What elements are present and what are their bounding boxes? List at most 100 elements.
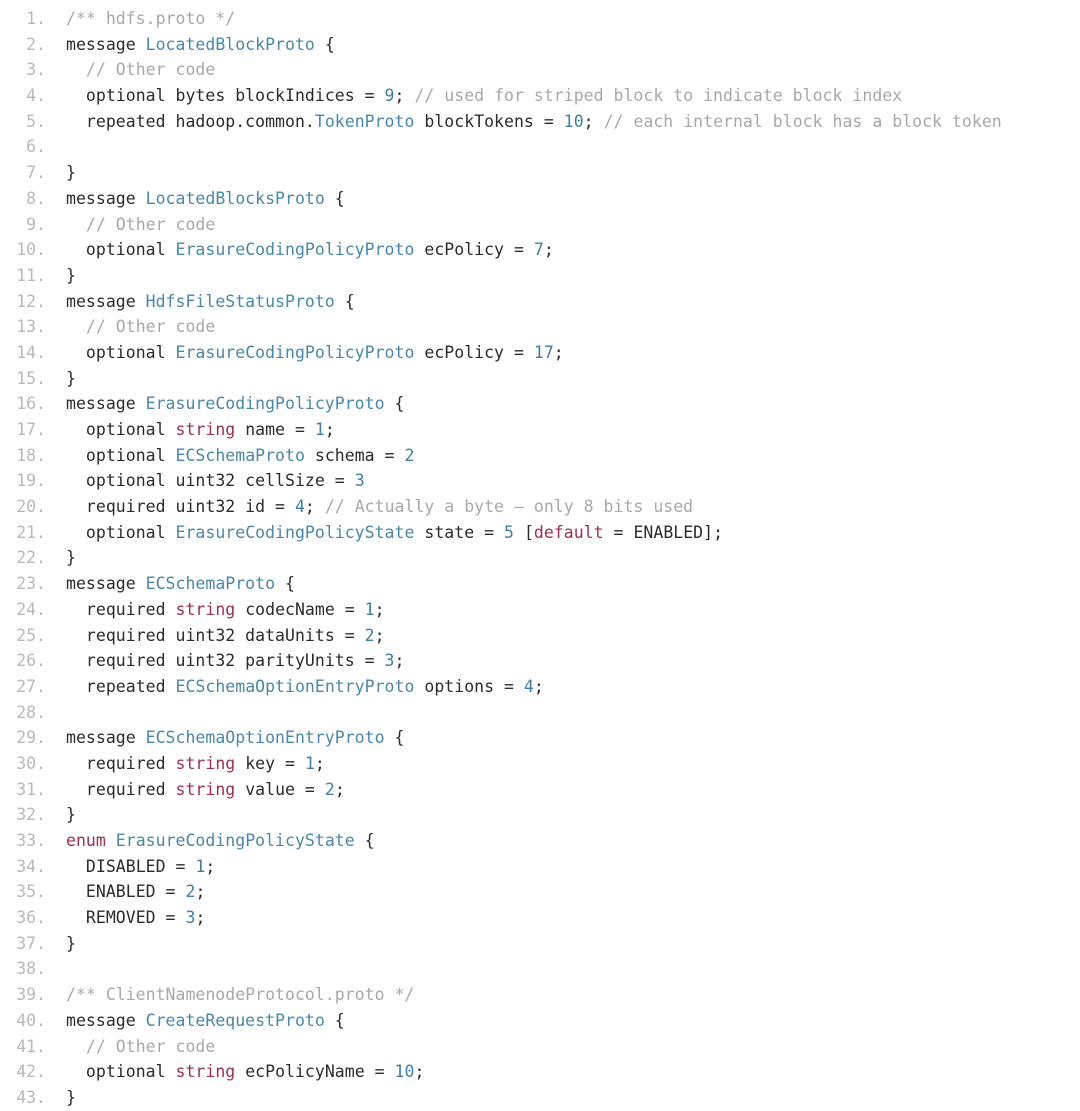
code-token-number: 1 <box>314 420 325 439</box>
line-number: 1. <box>26 9 46 28</box>
line-content: } <box>46 1085 76 1111</box>
code-token-plain: ecPolicyName = <box>235 1062 395 1082</box>
code-token-type: CreateRequestProto <box>145 1010 325 1030</box>
code-token-plain: ; <box>543 240 554 260</box>
line-content: } <box>46 545 76 571</box>
line-number: 14. <box>16 342 46 362</box>
code-token-plain: { <box>275 574 295 594</box>
line-number: 28. <box>16 702 46 722</box>
line-content: REMOVED = 3; <box>46 905 205 931</box>
code-token-plain: } <box>66 1087 76 1107</box>
code-token-plain: ; <box>414 1062 425 1082</box>
line-number: 36. <box>16 908 46 928</box>
code-token-number: 4 <box>523 676 534 696</box>
code-token-plain: message <box>66 188 146 208</box>
code-line: 11.} <box>0 263 1080 289</box>
line-content: } <box>46 160 76 186</box>
line-content: // Other code <box>46 57 215 83</box>
code-line: 27. repeated ECSchemaOptionEntryProto op… <box>0 674 1080 700</box>
code-line: 14. optional ErasureCodingPolicyProto ec… <box>0 340 1080 366</box>
code-token-comment: // each internal block has a block token <box>603 111 1002 131</box>
code-token-plain: optional uint32 cellSize = <box>85 471 355 491</box>
line-content: DISABLED = 1; <box>46 854 215 880</box>
code-listing: 1. /** hdfs.proto */ 2. message LocatedBloc… <box>0 0 1080 1111</box>
code-token-type: HdfsFileStatusProto <box>145 291 335 311</box>
code-token-plain: required <box>85 753 176 773</box>
code-token-plain: ; <box>374 599 385 619</box>
code-token-plain: DISABLED = <box>85 856 196 876</box>
line-number: 41. <box>16 1036 46 1056</box>
code-token-plain: repeated <box>85 676 176 696</box>
code-line: 13. // Other code <box>0 314 1080 340</box>
code-token-number: 1 <box>364 599 375 619</box>
code-line: 20. required uint32 id = 4; // Actually … <box>0 494 1080 520</box>
code-line: 30. required string key = 1; <box>0 751 1080 777</box>
code-token-number: 2 <box>185 882 196 902</box>
line-content: message CreateRequestProto { <box>46 1008 345 1034</box>
line-content: required string key = 1; <box>46 751 325 777</box>
code-token-plain: required uint32 dataUnits = <box>85 625 365 645</box>
line-number: 38. <box>16 959 46 979</box>
code-line: 38. <box>0 956 1080 982</box>
code-line: 24. required string codecName = 1; <box>0 597 1080 623</box>
code-line: 29. message ECSchemaOptionEntryProto { <box>0 725 1080 751</box>
line-number: 32. <box>16 805 46 825</box>
code-token-plain: state = <box>414 522 505 542</box>
code-token-keyword: string <box>175 420 236 439</box>
code-line: 21. optional ErasureCodingPolicyState st… <box>0 520 1080 546</box>
code-token-plain: required <box>85 599 176 619</box>
code-token-plain: ; <box>394 86 415 106</box>
line-content: // Other code <box>46 1034 215 1060</box>
line-number: 15. <box>16 368 46 388</box>
code-line: 4. optional bytes blockIndices = 9; // u… <box>0 83 1080 109</box>
line-content: optional ErasureCodingPolicyProto ecPoli… <box>46 340 564 366</box>
code-line: 33. enum ErasureCodingPolicyState { <box>0 828 1080 854</box>
code-token-plain: required <box>85 779 176 799</box>
code-token-plain: optional <box>85 420 176 439</box>
line-number: 23. <box>16 574 46 594</box>
code-token-type: LocatedBlockProto <box>145 34 315 54</box>
code-token-plain: repeated hadoop.common. <box>85 111 315 131</box>
code-token-comment: // Other code <box>85 214 216 234</box>
line-content: // Other code <box>46 314 215 340</box>
code-token-comment: /** hdfs.proto */ <box>66 9 236 28</box>
code-token-plain: } <box>66 265 76 285</box>
line-number: 35. <box>16 882 46 902</box>
code-token-plain: message <box>66 574 146 594</box>
code-token-type: ErasureCodingPolicyState <box>175 522 415 542</box>
code-token-plain: message <box>66 291 146 311</box>
code-token-plain: [ <box>513 522 534 542</box>
code-line: 31. required string value = 2; <box>0 777 1080 803</box>
line-content: repeated hadoop.common.TokenProto blockT… <box>46 109 1002 135</box>
code-token-plain: required uint32 id = <box>85 497 295 517</box>
code-token-keyword: string <box>175 753 236 773</box>
code-line: 43.} <box>0 1085 1080 1111</box>
code-token-plain: ; <box>394 651 405 671</box>
code-token-type: ErasureCodingPolicyProto <box>175 240 415 260</box>
line-number: 6. <box>26 137 46 157</box>
code-line: 17. optional string name = 1; <box>0 417 1080 443</box>
code-token-comment: // Other code <box>85 60 216 80</box>
code-line: 2. message LocatedBlockProto { <box>0 32 1080 58</box>
code-token-plain: optional <box>85 240 176 260</box>
line-number: 31. <box>16 779 46 799</box>
line-number: 40. <box>16 1010 46 1030</box>
code-token-plain: blockTokens = <box>414 111 564 131</box>
code-line: 36. REMOVED = 3; <box>0 905 1080 931</box>
line-number: 25. <box>16 625 46 645</box>
line-content: } <box>46 263 76 289</box>
code-token-type: ErasureCodingPolicyProto <box>175 342 415 362</box>
code-token-plain: options = <box>414 676 524 696</box>
line-number: 37. <box>16 933 46 953</box>
line-content: optional ErasureCodingPolicyProto ecPoli… <box>46 237 554 263</box>
line-number: 3. <box>26 60 46 80</box>
code-line: 22.} <box>0 545 1080 571</box>
code-token-plain: ecPolicy = <box>414 342 534 362</box>
line-content: required uint32 dataUnits = 2; <box>46 623 385 649</box>
code-token-plain: ; <box>324 420 335 439</box>
code-token-plain: REMOVED = <box>85 908 186 928</box>
code-token-plain: ; <box>533 676 544 696</box>
code-token-plain: optional <box>85 342 176 362</box>
line-content: required uint32 id = 4; // Actually a by… <box>46 494 693 520</box>
code-token-plain: } <box>66 933 76 953</box>
